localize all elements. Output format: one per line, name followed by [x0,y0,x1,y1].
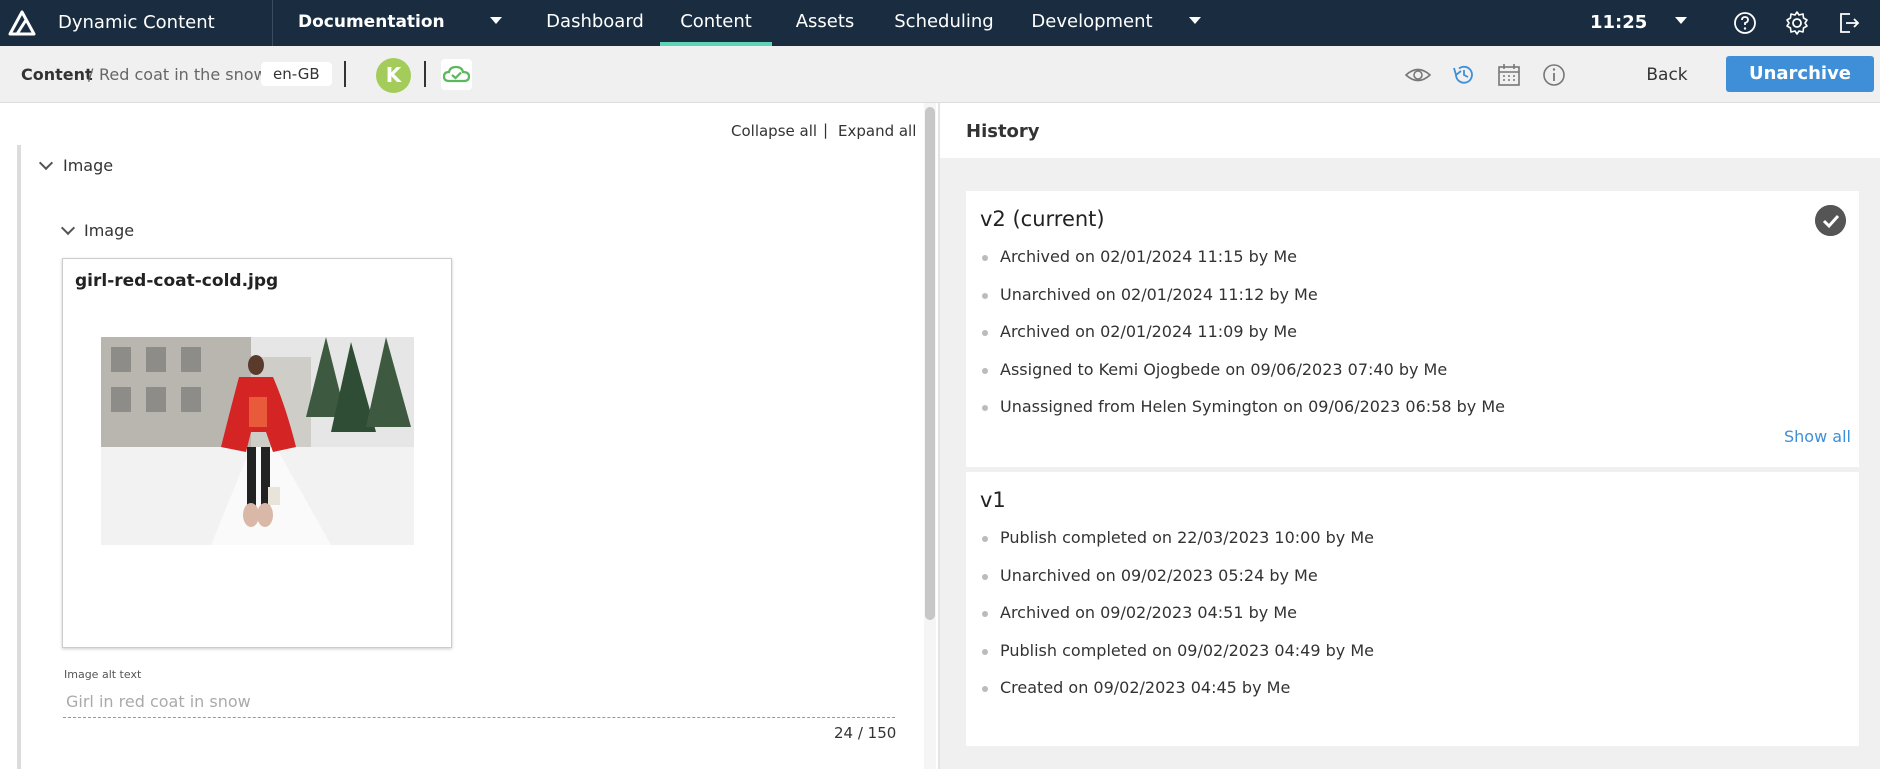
image-thumbnail [101,337,414,545]
collapse-expand-separator: | [823,121,829,139]
breadcrumb-separator: / [88,65,94,84]
info-icon[interactable] [1541,62,1567,88]
amplience-logo-icon[interactable] [8,10,36,36]
sync-status[interactable] [441,59,472,90]
tab-content[interactable]: Content [660,0,772,46]
history-header: History [940,103,1880,158]
history-title: History [966,121,1040,142]
tab-development[interactable]: Development [1028,0,1156,46]
expand-all-link[interactable]: Expand all [838,122,916,140]
content-editor-panel: Collapse all | Expand all Image Image gi… [0,103,922,769]
history-event: Unassigned from Helen Symington on 09/06… [980,397,1505,435]
toolbar-divider [344,61,346,87]
tab-assets[interactable]: Assets [782,0,868,46]
hub-chevron-down-icon[interactable] [490,17,502,24]
history-event: Assigned to Kemi Ojogbede on 09/06/2023 … [980,360,1505,398]
alt-text-char-count: 24 / 150 [834,724,897,742]
tab-scheduling[interactable]: Scheduling [880,0,1008,46]
history-event: Publish completed on 09/02/2023 04:49 by… [980,641,1374,679]
logout-icon[interactable] [1836,10,1862,36]
version-event-list: Archived on 02/01/2024 11:15 by Me Unarc… [980,247,1505,435]
locale-badge[interactable]: en-GB [261,62,332,86]
version-title: v1 [980,488,1006,512]
development-chevron-down-icon[interactable] [1189,17,1201,24]
preview-eye-icon[interactable] [1405,62,1431,88]
history-event: Unarchived on 02/01/2024 11:12 by Me [980,285,1505,323]
history-event: Archived on 02/01/2024 11:15 by Me [980,247,1505,285]
breadcrumb-current-item: Red coat in the snow [99,65,267,84]
content-toolbar: Content / Red coat in the snow en-GB K B… [0,46,1880,103]
editor-scrollbar-thumb[interactable] [925,107,935,620]
history-event: Created on 09/02/2023 04:45 by Me [980,678,1374,716]
history-event: Unarchived on 09/02/2023 05:24 by Me [980,566,1374,604]
tab-dashboard[interactable]: Dashboard [538,0,652,46]
unarchive-button[interactable]: Unarchive [1726,56,1874,92]
editor-scrollbar[interactable] [924,103,936,769]
nav-divider [272,0,273,46]
cloud-check-icon [442,65,471,83]
subsection-chevron-down-icon[interactable] [60,220,76,236]
gear-icon[interactable] [1784,10,1810,36]
section-chevron-down-icon[interactable] [38,155,54,171]
history-event: Archived on 02/01/2024 11:09 by Me [980,322,1505,360]
image-card[interactable]: girl-red-coat-cold.jpg [62,258,452,648]
hub-selector[interactable]: Documentation [298,12,445,32]
back-button[interactable]: Back [1630,62,1704,88]
nesting-rail [17,145,21,769]
clock-chevron-down-icon[interactable] [1675,17,1687,24]
history-event: Publish completed on 22/03/2023 10:00 by… [980,528,1374,566]
version-card-v2: v2 (current) Archived on 02/01/2024 11:1… [966,191,1859,467]
history-icon[interactable] [1451,62,1477,88]
calendar-icon[interactable] [1496,62,1522,88]
section-title-image[interactable]: Image [63,156,113,175]
history-panel: History v2 (current) Archived on 02/01/2… [940,103,1880,769]
clock: 11:25 [1590,12,1648,33]
current-version-check-icon [1815,205,1846,236]
help-icon[interactable] [1732,10,1758,36]
top-nav: Dynamic Content Documentation Dashboard … [0,0,1880,46]
subsection-title-image[interactable]: Image [84,221,134,240]
history-event: Archived on 09/02/2023 04:51 by Me [980,603,1374,641]
version-event-list: Publish completed on 22/03/2023 10:00 by… [980,528,1374,716]
breadcrumb-content[interactable]: Content [21,65,93,84]
app-title: Dynamic Content [58,12,215,33]
show-all-link[interactable]: Show all [1784,427,1851,446]
alt-text-label: Image alt text [64,668,142,681]
version-title: v2 (current) [980,207,1105,231]
assignee-avatar[interactable]: K [376,58,411,93]
image-file-name: girl-red-coat-cold.jpg [75,271,279,291]
collapse-all-link[interactable]: Collapse all [731,122,817,140]
toolbar-divider [424,61,426,87]
alt-text-input[interactable]: Girl in red coat in snow [66,692,251,711]
alt-text-underline [63,717,895,718]
version-card-v1: v1 Publish completed on 22/03/2023 10:00… [966,472,1859,746]
